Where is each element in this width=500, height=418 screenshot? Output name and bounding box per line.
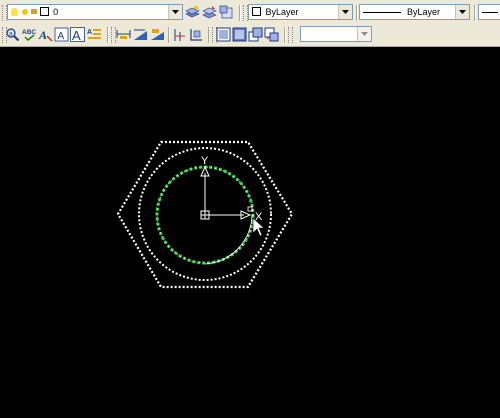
- dim-update-icon: [151, 29, 164, 40]
- chevron-down-icon[interactable]: [168, 5, 182, 19]
- chevron-down-icon[interactable]: [338, 5, 352, 19]
- dim-update-button[interactable]: [149, 26, 166, 43]
- chevron-down-icon[interactable]: [455, 5, 469, 19]
- linetype-combo[interactable]: ByLayer: [359, 4, 470, 20]
- drawing-canvas[interactable]: Y X: [0, 47, 500, 418]
- lock-icon: [31, 9, 38, 15]
- linear-dim-button[interactable]: [115, 26, 132, 43]
- viewport-multi-button[interactable]: [247, 26, 264, 43]
- svg-text:A: A: [72, 28, 81, 42]
- lightbulb-icon: [11, 7, 18, 16]
- chevron-down-icon[interactable]: [357, 27, 371, 41]
- text-style-button[interactable]: A: [53, 26, 70, 43]
- color-swatch: [252, 7, 261, 17]
- color-combo-value-row: ByLayer: [252, 5, 299, 19]
- linetype-value: ByLayer: [407, 7, 441, 17]
- toolbar-separator: [284, 27, 286, 43]
- make-current-button[interactable]: [201, 4, 218, 21]
- toolbar-separator: [356, 5, 358, 21]
- toolbar-separator: [107, 27, 109, 43]
- layer-manager-button[interactable]: [184, 4, 201, 21]
- toolbar-separator: [239, 5, 241, 21]
- svg-text:A: A: [38, 28, 47, 42]
- viewport-clip-button[interactable]: [263, 26, 280, 43]
- lineweight-preview: [482, 12, 498, 13]
- scale-text-icon: A: [70, 27, 85, 42]
- color-value: ByLayer: [265, 7, 299, 17]
- baseline-dim-icon: [190, 29, 202, 41]
- viewport-single-button[interactable]: [215, 26, 232, 43]
- svg-text:ABC: ABC: [22, 29, 36, 36]
- drawing-area[interactable]: Y X: [0, 47, 500, 418]
- dim-style-icon: [134, 29, 147, 40]
- zoom-text-button[interactable]: a: [4, 26, 21, 43]
- dim-style-button[interactable]: [132, 26, 149, 43]
- baseline-dim-button[interactable]: [188, 26, 205, 43]
- ucs-y-label: Y: [201, 155, 209, 167]
- quick-dim-button[interactable]: [171, 26, 188, 43]
- toolbar-separator: [168, 27, 170, 43]
- viewport-icon: [232, 27, 247, 42]
- layer-previous-button[interactable]: [218, 4, 235, 21]
- text-style-icon: A: [54, 27, 69, 42]
- toolbar-grip[interactable]: [288, 27, 293, 43]
- toolbar-separator: [474, 5, 476, 21]
- spell-check-button[interactable]: ABC: [21, 26, 38, 43]
- scale-text-button[interactable]: A: [69, 26, 86, 43]
- viewport-clip-icon: [264, 27, 279, 42]
- layers-properties-toolbar: 0 ByLayer ByLayer: [0, 2, 500, 24]
- find-text-icon: A: [38, 28, 53, 42]
- make-current-icon: [202, 6, 217, 19]
- justify-text-button[interactable]: A: [86, 26, 103, 43]
- rubber-band-arc: [204, 214, 253, 265]
- viewport-button[interactable]: [231, 26, 248, 43]
- linetype-preview: [363, 12, 401, 13]
- layer-combo-value-row: 0: [11, 5, 58, 19]
- zoom-text-icon: a: [6, 28, 20, 42]
- linear-dim-icon: [116, 30, 131, 39]
- viewport-single-icon: [216, 27, 231, 42]
- layer-name: 0: [53, 7, 59, 17]
- viewport-multi-icon: [248, 27, 263, 42]
- text-dimension-toolbar: a ABC A A A A: [0, 24, 500, 46]
- ucs-icon: Y X: [200, 155, 263, 223]
- color-combo[interactable]: ByLayer: [248, 4, 353, 20]
- toolbar-separator: [208, 27, 210, 43]
- viewport-scale-combo[interactable]: [300, 26, 372, 42]
- layer-color-swatch: [39, 7, 49, 17]
- svg-text:A: A: [58, 31, 65, 42]
- layer-previous-icon: [219, 5, 233, 19]
- toolbar-area: 0 ByLayer ByLayer a ABC A A A A: [0, 0, 500, 47]
- quick-dim-icon: [174, 29, 185, 41]
- layer-manager-icon: [185, 6, 200, 18]
- sun-icon: [21, 8, 28, 15]
- justify-text-icon: A: [87, 29, 101, 39]
- svg-text:A: A: [87, 29, 92, 36]
- layer-combo[interactable]: 0: [7, 4, 183, 20]
- spell-check-icon: ABC: [22, 29, 36, 42]
- lineweight-combo[interactable]: [478, 4, 500, 20]
- find-text-button[interactable]: A: [37, 26, 54, 43]
